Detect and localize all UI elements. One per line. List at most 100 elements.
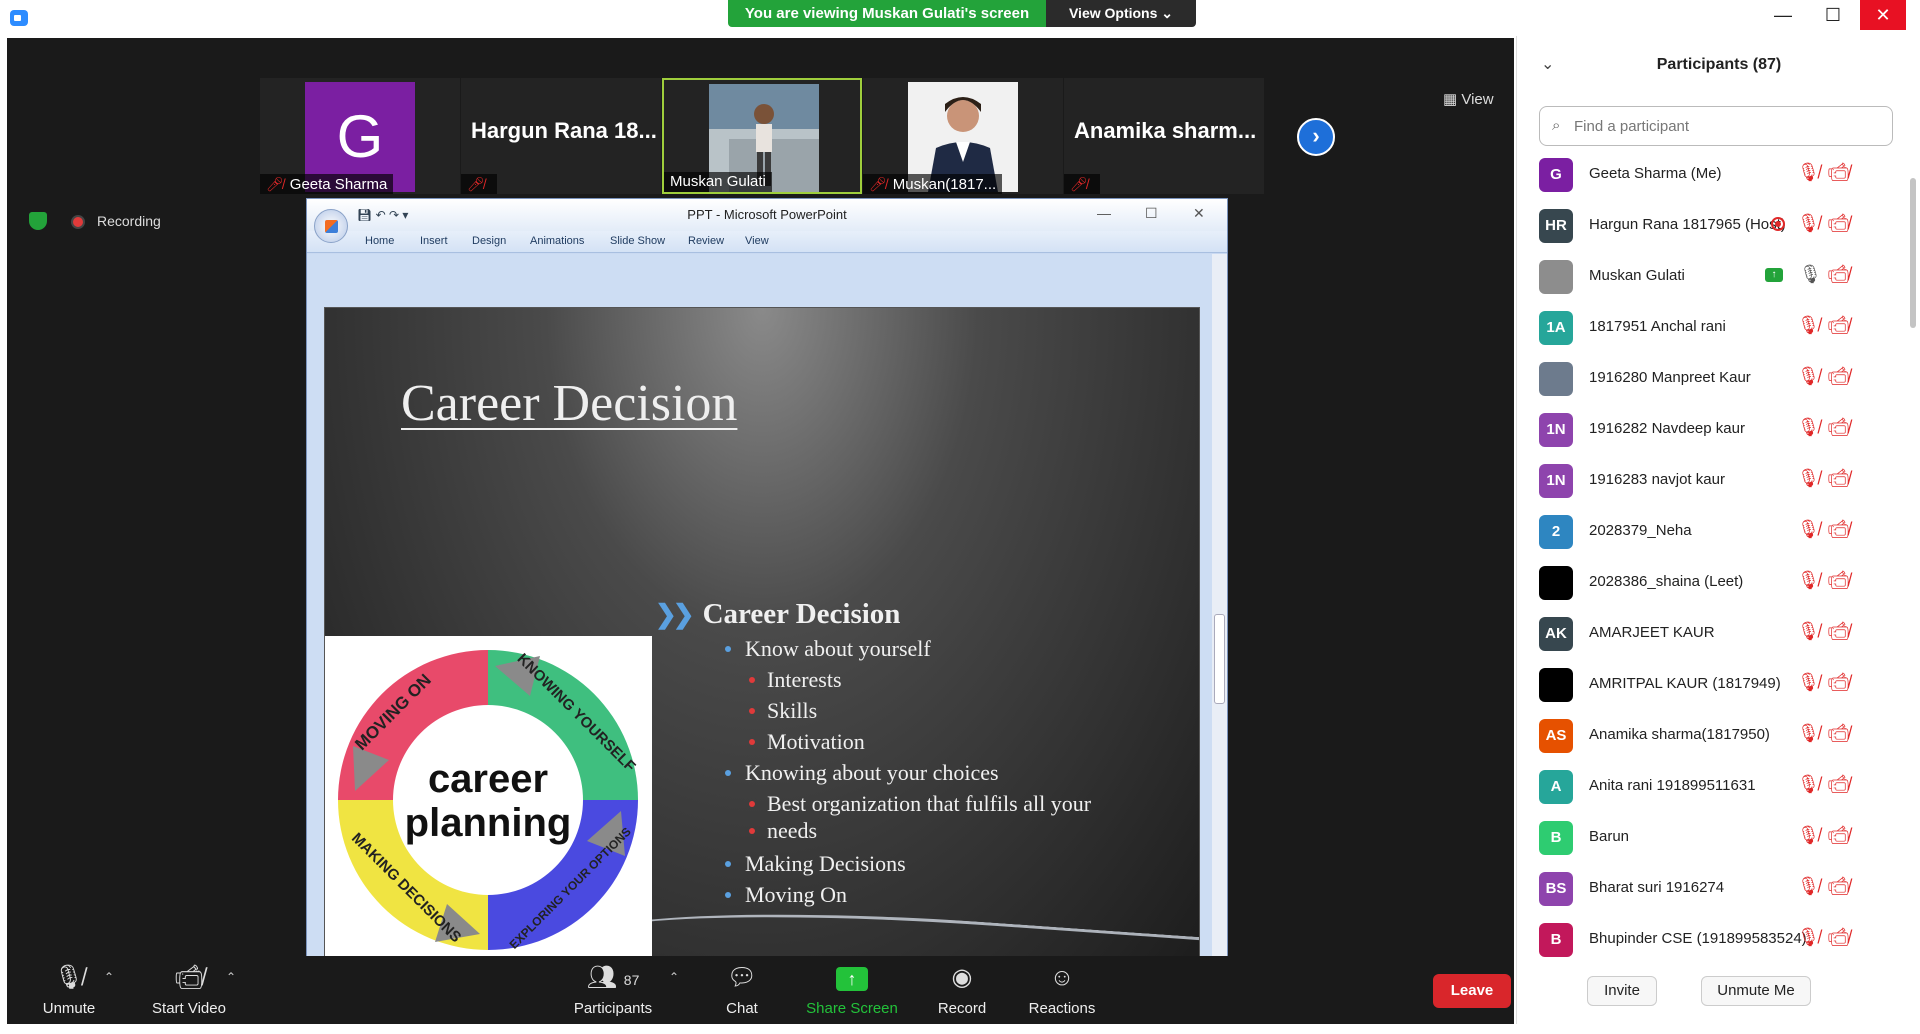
- participant-avatar: 1N: [1539, 413, 1573, 447]
- invite-button[interactable]: Invite: [1587, 976, 1657, 1006]
- participant-row[interactable]: 1A 1817951 Anchal rani 🎙︎̸ 📹︎̸: [1517, 303, 1909, 354]
- record-button[interactable]: ◉ Record: [927, 962, 997, 1017]
- office-button[interactable]: [314, 209, 348, 243]
- video-off-icon: 📹︎̸: [1827, 264, 1850, 284]
- ribbon-tab-slide-show[interactable]: Slide Show: [610, 235, 665, 247]
- panel-footer: Invite Unmute Me: [1517, 972, 1920, 1012]
- ribbon-tab-design[interactable]: Design: [472, 235, 506, 247]
- ribbon-tab-view[interactable]: View: [745, 235, 769, 247]
- video-off-icon: 📹︎̸: [1827, 570, 1850, 590]
- participant-row[interactable]: BS Bharat suri 1916274 🎙︎̸ 📹︎̸: [1517, 864, 1909, 915]
- view-button[interactable]: ▦ View: [1443, 90, 1494, 108]
- thumbnail-muskan-2[interactable]: 🎤︎̸ Muskan(1817...: [863, 78, 1063, 194]
- participant-row[interactable]: AMRITPAL KAUR (1817949) 🎙︎̸ 📹︎̸: [1517, 660, 1909, 711]
- video-off-icon: 📹︎̸: [1827, 774, 1850, 794]
- participant-row[interactable]: AK AMARJEET KAUR 🎙︎̸ 📹︎̸: [1517, 609, 1909, 660]
- video-off-icon: 📹︎̸: [1827, 927, 1850, 947]
- ppt-maximize-button[interactable]: ☐: [1145, 205, 1158, 222]
- participant-avatar: [1539, 668, 1573, 702]
- muted-mic-icon: 🎙︎̸: [53, 964, 85, 991]
- ribbon-tab-animations[interactable]: Animations: [530, 235, 584, 247]
- unmute-button[interactable]: 🎙︎̸ Unmute: [29, 962, 109, 1017]
- participant-name: 2028379_Neha: [1589, 522, 1692, 539]
- participant-avatar: 1N: [1539, 464, 1573, 498]
- muted-mic-icon: 🎙︎̸: [1797, 723, 1820, 743]
- participant-row[interactable]: 1916280 Manpreet Kaur 🎙︎̸ 📹︎̸: [1517, 354, 1909, 405]
- scroll-thumb[interactable]: [1214, 614, 1225, 704]
- participants-button[interactable]: 👥︎ 87 Participants: [563, 962, 663, 1017]
- name-tag: 🎤︎̸: [461, 174, 497, 194]
- participant-row[interactable]: Muskan Gulati ↑ 🎙︎ 📹︎̸: [1517, 252, 1909, 303]
- participant-row[interactable]: A Anita rani 191899511631 🎙︎̸ 📹︎̸: [1517, 762, 1909, 813]
- image-center-line2: planning: [405, 801, 572, 845]
- participant-row[interactable]: HR Hargun Rana 1817965 (Host) 🎙︎̸ 📹︎̸: [1517, 201, 1909, 252]
- image-center-line1: career: [428, 757, 548, 801]
- thumbnail-anamika[interactable]: Anamika sharm... 🎤︎̸: [1064, 78, 1264, 194]
- video-off-icon: 📹︎̸: [173, 964, 205, 991]
- maximize-button[interactable]: ☐: [1810, 0, 1856, 30]
- view-options-button[interactable]: View Options ⌄: [1046, 0, 1196, 27]
- muted-mic-icon: 🎙︎̸: [1797, 315, 1820, 335]
- unmute-me-button[interactable]: Unmute Me: [1701, 976, 1811, 1006]
- minimize-button[interactable]: —: [1760, 0, 1806, 30]
- participant-search[interactable]: ⌕: [1539, 106, 1893, 146]
- participant-name: 2028386_shaina (Leet): [1589, 573, 1744, 590]
- participant-row[interactable]: 2028386_shaina (Leet) 🎙︎̸ 📹︎̸: [1517, 558, 1909, 609]
- participant-list-scrollbar[interactable]: [1909, 150, 1917, 960]
- participant-avatar: AK: [1539, 617, 1573, 651]
- participant-name: 1916283 navjot kaur: [1589, 471, 1725, 488]
- participants-icon: 👥︎ 87: [586, 964, 640, 991]
- muted-mic-icon: 🎙︎̸: [1797, 621, 1820, 641]
- video-off-icon: 📹︎̸: [1827, 621, 1850, 641]
- participant-row[interactable]: G Geeta Sharma (Me) 🎙︎̸ 📹︎̸: [1517, 150, 1909, 201]
- chat-icon: 💬︎: [726, 964, 758, 991]
- meeting-controls-bar: 🎙︎̸ Unmute ⌃ 📹︎̸ Start Video ⌃ 👥︎ 87 Partic…: [7, 956, 1514, 1022]
- video-off-icon: 📹︎̸: [1827, 468, 1850, 488]
- muted-mic-icon: 🎙︎̸: [1797, 774, 1820, 794]
- main-bullet-text: Career Decision: [702, 598, 901, 630]
- reactions-label: Reactions: [1028, 1000, 1096, 1017]
- audio-options-caret-icon[interactable]: ⌃: [104, 970, 114, 984]
- ribbon-tab-insert[interactable]: Insert: [420, 235, 448, 247]
- leave-button[interactable]: Leave: [1433, 974, 1511, 1008]
- ribbon-tab-home[interactable]: Home: [365, 235, 394, 247]
- participant-row[interactable]: AS Anamika sharma(1817950) 🎙︎̸ 📹︎̸: [1517, 711, 1909, 762]
- participant-avatar: G: [1539, 158, 1573, 192]
- reactions-button[interactable]: ☺ Reactions: [1017, 962, 1107, 1017]
- thumbnail-muskan[interactable]: Muskan Gulati: [662, 78, 862, 194]
- muted-mic-icon: 🎙︎̸: [1797, 825, 1820, 845]
- video-options-caret-icon[interactable]: ⌃: [226, 970, 236, 984]
- ribbon-tab-review[interactable]: Review: [688, 235, 724, 247]
- share-screen-button[interactable]: ↑ Share Screen: [797, 962, 907, 1017]
- quick-access-toolbar[interactable]: 💾︎ ↶ ↷ ▾: [357, 208, 408, 222]
- ppt-scrollbar[interactable]: [1212, 254, 1227, 994]
- chat-button[interactable]: 💬︎ Chat: [707, 962, 777, 1017]
- muted-mic-icon: 🎙︎̸: [1797, 213, 1820, 233]
- thumbnail-geeta[interactable]: G 🎤︎̸ Geeta Sharma: [260, 78, 460, 194]
- view-label: View: [1461, 91, 1494, 108]
- participant-name: 1817951 Anchal rani: [1589, 318, 1726, 335]
- participant-row[interactable]: 2 2028379_Neha 🎙︎̸ 📹︎̸: [1517, 507, 1909, 558]
- participant-avatar: 2: [1539, 515, 1573, 549]
- name-tag: 🎤︎̸ Geeta Sharma: [260, 174, 394, 194]
- powerpoint-window: PPT - Microsoft PowerPoint 💾︎ ↶ ↷ ▾ — ☐ …: [306, 198, 1228, 994]
- share-screen-label: Share Screen: [806, 1000, 898, 1017]
- bullet-subitem: Best organization that fulfils all your: [748, 791, 1092, 816]
- participant-row[interactable]: 1N 1916283 navjot kaur 🎙︎̸ 📹︎̸: [1517, 456, 1909, 507]
- participant-row[interactable]: B Bhupinder CSE (191899583524) 🎙︎̸ 📹︎̸: [1517, 915, 1909, 960]
- participant-row[interactable]: B Barun 🎙︎̸ 📹︎̸: [1517, 813, 1909, 864]
- scroll-thumb[interactable]: [1910, 178, 1916, 328]
- participant-row[interactable]: 1N 1916282 Navdeep kaur 🎙︎̸ 📹︎̸: [1517, 405, 1909, 456]
- participants-caret-icon[interactable]: ⌃: [669, 970, 679, 984]
- participant-name: Muskan(1817...: [892, 176, 997, 193]
- ppt-minimize-button[interactable]: —: [1097, 205, 1111, 221]
- ppt-close-button[interactable]: ✕: [1193, 205, 1205, 222]
- next-page-button[interactable]: ›: [1297, 118, 1335, 156]
- close-button[interactable]: ✕: [1860, 0, 1906, 30]
- search-input[interactable]: [1574, 115, 1874, 137]
- zoom-window: You are viewing Muskan Gulati's screen V…: [0, 0, 1920, 1034]
- muted-mic-icon: 🎙︎̸: [1797, 672, 1820, 692]
- bullet-subitem: Motivation: [749, 729, 865, 754]
- thumbnail-hargun[interactable]: Hargun Rana 18... 🎤︎̸: [461, 78, 661, 194]
- start-video-button[interactable]: 📹︎̸ Start Video: [139, 962, 239, 1017]
